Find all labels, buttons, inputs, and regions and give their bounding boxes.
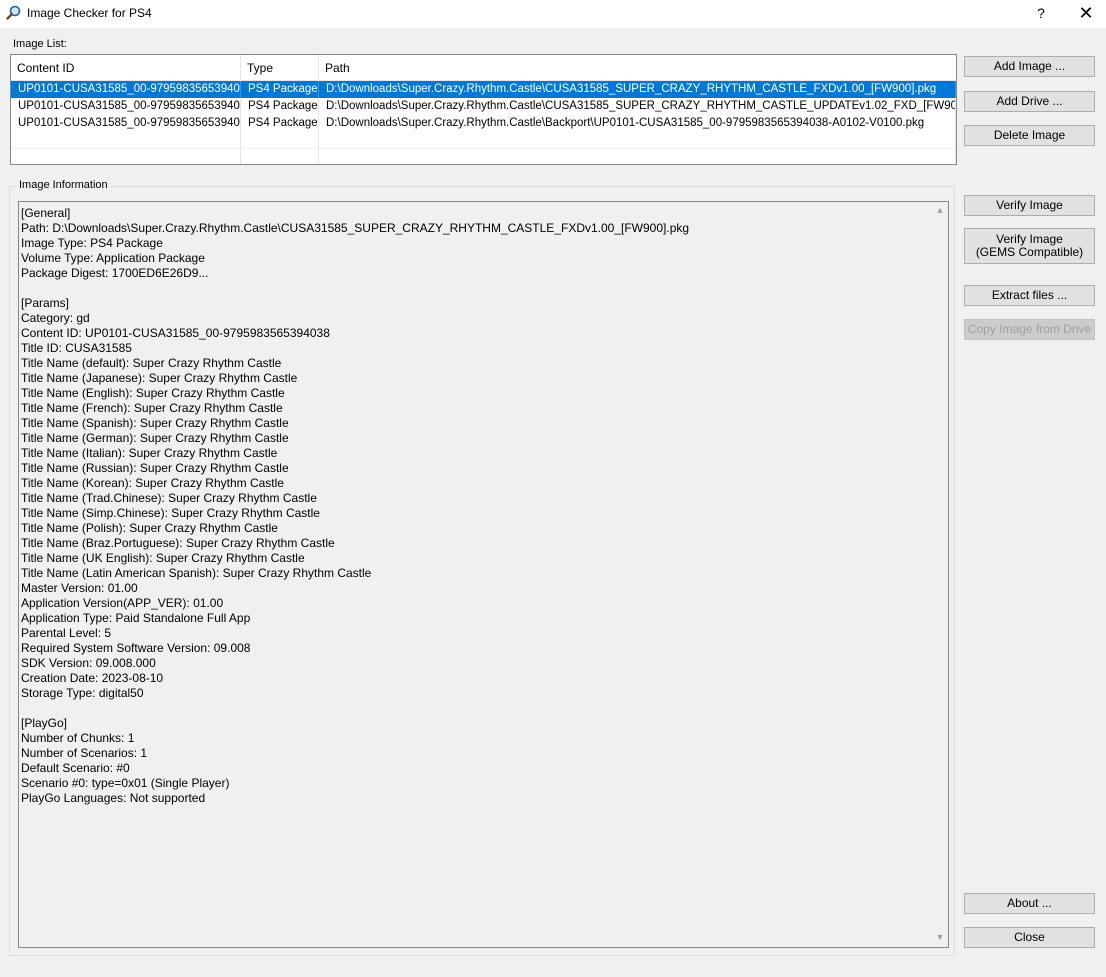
info-line: PlayGo Languages: Not supported bbox=[21, 791, 206, 805]
info-line: Title Name (French): Super Crazy Rhythm … bbox=[21, 401, 283, 415]
info-line: Title Name (UK English): Super Crazy Rhy… bbox=[21, 551, 305, 565]
window-title: Image Checker for PS4 bbox=[27, 6, 152, 20]
info-line: SDK Version: 09.008.000 bbox=[21, 656, 156, 670]
info-line: Default Scenario: #0 bbox=[21, 761, 130, 775]
cell-path: D:\Downloads\Super.Crazy.Rhythm.Castle\C… bbox=[319, 81, 956, 98]
info-line: [PlayGo] bbox=[21, 716, 68, 730]
image-list-header: Content ID Type Path bbox=[11, 55, 956, 81]
magnifier-icon bbox=[6, 5, 22, 21]
info-line: Title Name (German): Super Crazy Rhythm … bbox=[21, 431, 289, 445]
info-line bbox=[21, 281, 926, 296]
cell-path: D:\Downloads\Super.Crazy.Rhythm.Castle\C… bbox=[319, 98, 956, 115]
column-header-content-id[interactable]: Content ID bbox=[11, 55, 241, 80]
info-line: Title Name (Japanese): Super Crazy Rhyth… bbox=[21, 371, 298, 385]
extract-files-button[interactable]: Extract files ... bbox=[964, 285, 1095, 306]
table-row[interactable]: UP0101-CUSA31585_00-9795983565394038 PS4… bbox=[11, 115, 956, 132]
info-line: Required System Software Version: 09.008 bbox=[21, 641, 251, 655]
info-line: Title Name (Italian): Super Crazy Rhythm… bbox=[21, 446, 278, 460]
scroll-down-icon[interactable]: ▼ bbox=[934, 932, 946, 944]
image-information-textbox[interactable]: [General] Path: D:\Downloads\Super.Crazy.… bbox=[18, 201, 949, 948]
cell-type: PS4 Package bbox=[241, 115, 319, 132]
delete-image-button[interactable]: Delete Image bbox=[964, 125, 1095, 146]
cell-type: PS4 Package bbox=[241, 81, 319, 98]
verify-image-gems-button[interactable]: Verify Image (GEMS Compatible) bbox=[964, 228, 1095, 264]
info-line: Title Name (Polish): Super Crazy Rhythm … bbox=[21, 521, 278, 535]
info-line: Parental Level: 5 bbox=[21, 626, 112, 640]
info-line: Path: D:\Downloads\Super.Crazy.Rhythm.Ca… bbox=[21, 221, 690, 235]
cell-path: D:\Downloads\Super.Crazy.Rhythm.Castle\B… bbox=[319, 115, 956, 132]
info-line: Package Digest: 1700ED6E26D9... bbox=[21, 266, 209, 280]
info-line: [General] bbox=[21, 206, 71, 220]
info-line: Title Name (Spanish): Super Crazy Rhythm… bbox=[21, 416, 289, 430]
table-row[interactable]: UP0101-CUSA31585_00-9795983565394038 PS4… bbox=[11, 81, 956, 98]
info-line: Application Version(APP_VER): 01.00 bbox=[21, 596, 224, 610]
column-header-path[interactable]: Path bbox=[319, 55, 956, 80]
info-line: Storage Type: digital50 bbox=[21, 686, 144, 700]
info-line: Number of Scenarios: 1 bbox=[21, 746, 148, 760]
info-line: [Params] bbox=[21, 296, 70, 310]
info-line bbox=[21, 701, 926, 716]
empty-cell bbox=[11, 132, 241, 149]
info-line: Scenario #0: type=0x01 (Single Player) bbox=[21, 776, 230, 790]
info-line: Creation Date: 2023-08-10 bbox=[21, 671, 164, 685]
empty-cell bbox=[319, 149, 956, 164]
empty-cell bbox=[11, 149, 241, 164]
scroll-up-icon[interactable]: ▲ bbox=[934, 205, 946, 217]
info-line: Title Name (English): Super Crazy Rhythm… bbox=[21, 386, 285, 400]
cell-content-id: UP0101-CUSA31585_00-9795983565394038 bbox=[11, 98, 241, 115]
copy-image-from-drive-button[interactable]: Copy Image from Drive bbox=[964, 319, 1095, 340]
info-line: Image Type: PS4 Package bbox=[21, 236, 163, 250]
verify-image-button[interactable]: Verify Image bbox=[964, 195, 1095, 216]
add-image-button[interactable]: Add Image ... bbox=[964, 56, 1095, 77]
empty-cell bbox=[241, 132, 319, 149]
info-line: Volume Type: Application Package bbox=[21, 251, 205, 265]
info-line: Application Type: Paid Standalone Full A… bbox=[21, 611, 251, 625]
close-button[interactable]: Close bbox=[964, 927, 1095, 948]
help-button[interactable]: ? bbox=[1026, 0, 1056, 28]
image-list[interactable]: Content ID Type Path UP0101-CUSA31585_00… bbox=[10, 54, 957, 165]
info-line: Category: gd bbox=[21, 311, 90, 325]
info-line: Title Name (Latin American Spanish): Sup… bbox=[21, 566, 372, 580]
verify-gems-label-line2: (GEMS Compatible) bbox=[975, 245, 1084, 259]
info-line: Content ID: UP0101-CUSA31585_00-97959835… bbox=[21, 326, 330, 340]
cell-type: PS4 Package bbox=[241, 98, 319, 115]
info-line: Title Name (Simp.Chinese): Super Crazy R… bbox=[21, 506, 320, 520]
info-line: Title ID: CUSA31585 bbox=[21, 341, 132, 355]
empty-row bbox=[11, 132, 956, 149]
image-list-label: Image List: bbox=[13, 38, 67, 50]
about-button[interactable]: About ... bbox=[964, 893, 1095, 914]
info-line: Title Name (Trad.Chinese): Super Crazy R… bbox=[21, 491, 317, 505]
info-line: Master Version: 01.00 bbox=[21, 581, 138, 595]
empty-row bbox=[11, 148, 956, 164]
image-information-lines: [General] Path: D:\Downloads\Super.Crazy.… bbox=[21, 206, 926, 806]
info-line: Title Name (default): Super Crazy Rhythm… bbox=[21, 356, 282, 370]
empty-cell bbox=[319, 132, 956, 149]
close-window-icon[interactable]: ✕ bbox=[1066, 0, 1106, 28]
info-line: Title Name (Korean): Super Crazy Rhythm … bbox=[21, 476, 284, 490]
title-bar[interactable]: Image Checker for PS4 ? ✕ bbox=[0, 0, 1106, 28]
info-line: Title Name (Russian): Super Crazy Rhythm… bbox=[21, 461, 289, 475]
table-row[interactable]: UP0101-CUSA31585_00-9795983565394038 PS4… bbox=[11, 98, 956, 115]
image-information-label: Image Information bbox=[16, 179, 111, 191]
column-header-type[interactable]: Type bbox=[241, 55, 319, 80]
info-line: Title Name (Braz.Portuguese): Super Craz… bbox=[21, 536, 335, 550]
info-line: Number of Chunks: 1 bbox=[21, 731, 135, 745]
empty-cell bbox=[241, 149, 319, 164]
cell-content-id: UP0101-CUSA31585_00-9795983565394038 bbox=[11, 81, 241, 98]
add-drive-button[interactable]: Add Drive ... bbox=[964, 91, 1095, 112]
cell-content-id: UP0101-CUSA31585_00-9795983565394038 bbox=[11, 115, 241, 132]
